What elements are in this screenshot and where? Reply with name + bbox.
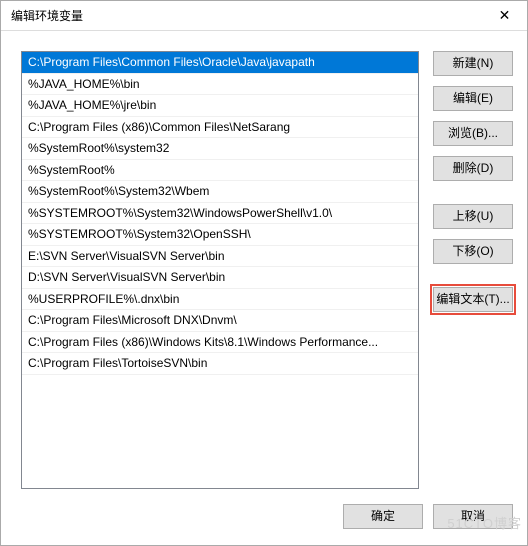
list-item[interactable]: %SystemRoot%\system32 xyxy=(22,138,418,160)
dialog-window: 编辑环境变量 ✕ C:\Program Files\Common Files\O… xyxy=(0,0,528,546)
list-item[interactable]: %SYSTEMROOT%\System32\WindowsPowerShell\… xyxy=(22,203,418,225)
cancel-button[interactable]: 取消 xyxy=(433,504,513,529)
list-item[interactable]: D:\SVN Server\VisualSVN Server\bin xyxy=(22,267,418,289)
edit-text-button[interactable]: 编辑文本(T)... xyxy=(433,287,513,312)
list-item[interactable]: %JAVA_HOME%\jre\bin xyxy=(22,95,418,117)
button-column: 新建(N) 编辑(E) 浏览(B)... 删除(D) 上移(U) 下移(O) 编… xyxy=(433,51,513,491)
new-button[interactable]: 新建(N) xyxy=(433,51,513,76)
browse-button[interactable]: 浏览(B)... xyxy=(433,121,513,146)
list-item[interactable]: %USERPROFILE%\.dnx\bin xyxy=(22,289,418,311)
edit-button[interactable]: 编辑(E) xyxy=(433,86,513,111)
dialog-footer: 确定 取消 xyxy=(1,497,527,545)
list-item[interactable]: C:\Program Files (x86)\Windows Kits\8.1\… xyxy=(22,332,418,354)
close-button[interactable]: ✕ xyxy=(482,1,527,30)
titlebar: 编辑环境变量 ✕ xyxy=(1,1,527,31)
list-item[interactable]: %SYSTEMROOT%\System32\OpenSSH\ xyxy=(22,224,418,246)
list-item[interactable]: %SystemRoot% xyxy=(22,160,418,182)
list-item[interactable]: C:\Program Files\TortoiseSVN\bin xyxy=(22,353,418,375)
list-item[interactable]: %JAVA_HOME%\bin xyxy=(22,74,418,96)
list-item[interactable]: %SystemRoot%\System32\Wbem xyxy=(22,181,418,203)
list-item[interactable]: C:\Program Files\Microsoft DNX\Dnvm\ xyxy=(22,310,418,332)
path-listbox[interactable]: C:\Program Files\Common Files\Oracle\Jav… xyxy=(21,51,419,489)
list-item[interactable]: C:\Program Files (x86)\Common Files\NetS… xyxy=(22,117,418,139)
close-icon: ✕ xyxy=(499,7,511,24)
move-down-button[interactable]: 下移(O) xyxy=(433,239,513,264)
list-item[interactable]: C:\Program Files\Common Files\Oracle\Jav… xyxy=(22,52,418,74)
content-area: C:\Program Files\Common Files\Oracle\Jav… xyxy=(1,31,527,497)
move-up-button[interactable]: 上移(U) xyxy=(433,204,513,229)
window-title: 编辑环境变量 xyxy=(11,7,83,24)
ok-button[interactable]: 确定 xyxy=(343,504,423,529)
edit-text-highlight: 编辑文本(T)... xyxy=(430,284,516,315)
delete-button[interactable]: 删除(D) xyxy=(433,156,513,181)
list-item[interactable]: E:\SVN Server\VisualSVN Server\bin xyxy=(22,246,418,268)
